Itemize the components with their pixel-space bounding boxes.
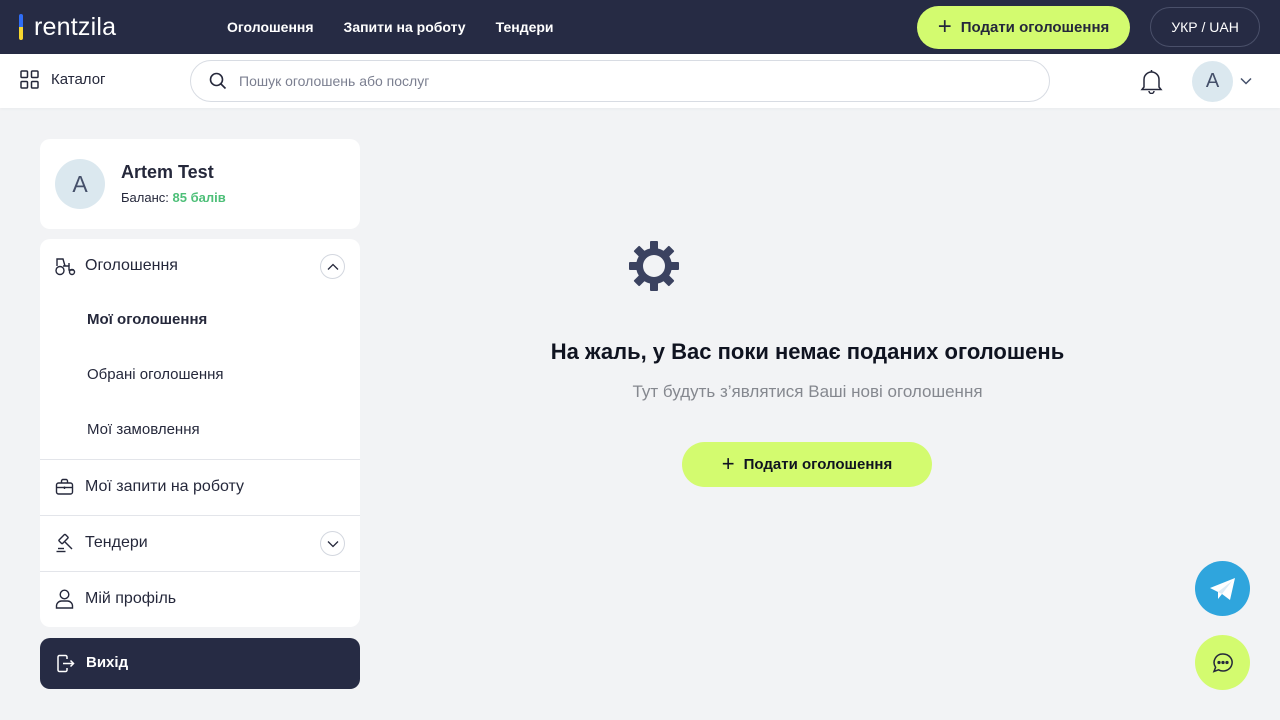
chat-button[interactable] bbox=[1195, 635, 1250, 690]
gavel-icon bbox=[56, 533, 73, 553]
post-ad-empty-button[interactable]: + Подати оголошення bbox=[682, 442, 932, 487]
avatar[interactable]: А bbox=[1192, 61, 1233, 102]
logout-icon bbox=[57, 654, 75, 673]
sidebar-subitem-my-ads[interactable]: Мої оголошення bbox=[87, 311, 207, 328]
search-row: Каталог Пошук оголошень або послуг А bbox=[0, 54, 1280, 108]
balance-value: 85 балів bbox=[172, 190, 226, 205]
user-icon bbox=[55, 589, 74, 609]
sidebar-item-label: Тендери bbox=[85, 534, 148, 551]
plus-icon: + bbox=[721, 450, 735, 476]
profile-card: А Artem Test Баланс: 85 балів bbox=[40, 139, 360, 229]
briefcase-icon bbox=[55, 478, 74, 495]
search-icon bbox=[209, 72, 227, 90]
divider bbox=[40, 571, 360, 572]
sidebar-menu: Оголошення Мої оголошення Обрані оголоше… bbox=[40, 239, 360, 627]
post-ad-button-label: Подати оголошення bbox=[960, 19, 1110, 36]
plus-icon: + bbox=[937, 12, 952, 40]
profile-avatar: А bbox=[55, 159, 105, 209]
balance-label: Баланс: bbox=[121, 190, 169, 205]
sidebar-item-tenders[interactable]: Тендери bbox=[40, 532, 360, 554]
chevron-down-icon bbox=[327, 540, 338, 547]
sidebar-item-ads[interactable]: Оголошення bbox=[40, 255, 360, 277]
expand-toggle[interactable] bbox=[320, 531, 345, 556]
grid-icon bbox=[20, 70, 39, 89]
sidebar-item-label: Мої запити на роботу bbox=[85, 478, 245, 495]
logout-button[interactable]: Вихід bbox=[40, 638, 360, 689]
chevron-up-icon bbox=[327, 263, 338, 270]
chat-icon bbox=[1212, 652, 1233, 673]
bell-icon[interactable] bbox=[1140, 69, 1163, 94]
empty-state-title: На жаль, у Вас поки немає поданих оголош… bbox=[550, 339, 1065, 364]
telegram-button[interactable] bbox=[1195, 561, 1250, 616]
top-navbar: rentzila Оголошення Запити на роботу Тен… bbox=[0, 0, 1280, 54]
search-input[interactable]: Пошук оголошень або послуг bbox=[190, 60, 1050, 102]
collapse-toggle[interactable] bbox=[320, 254, 345, 279]
gear-icon bbox=[629, 241, 679, 291]
ukraine-flag-mark bbox=[19, 14, 23, 40]
nav-link-tenders[interactable]: Тендери bbox=[496, 19, 554, 35]
sidebar-item-job-requests[interactable]: Мої запити на роботу bbox=[40, 476, 360, 498]
chevron-down-icon[interactable] bbox=[1240, 77, 1252, 85]
post-ad-button[interactable]: + Подати оголошення bbox=[917, 6, 1130, 49]
sidebar-item-profile[interactable]: Мій профіль bbox=[40, 588, 360, 610]
nav-link-ads[interactable]: Оголошення bbox=[227, 19, 314, 35]
sidebar-subitem-my-orders[interactable]: Мої замовлення bbox=[87, 421, 200, 438]
sidebar-item-label: Мій профіль bbox=[85, 590, 177, 607]
tractor-icon bbox=[55, 258, 76, 276]
divider bbox=[40, 515, 360, 516]
divider bbox=[40, 459, 360, 460]
user-name: Artem Test bbox=[121, 162, 214, 182]
catalog-button[interactable]: Каталог bbox=[20, 70, 106, 89]
sidebar-subitem-favorites[interactable]: Обрані оголошення bbox=[87, 366, 224, 383]
catalog-label: Каталог bbox=[51, 71, 106, 88]
sidebar-item-label: Оголошення bbox=[85, 257, 178, 274]
empty-state-subtitle: Тут будуть з’являтися Ваші нові оголошен… bbox=[632, 382, 983, 401]
rentzila-logo[interactable]: rentzila bbox=[19, 12, 117, 41]
telegram-icon bbox=[1209, 577, 1235, 600]
nav-link-job-requests[interactable]: Запити на роботу bbox=[344, 19, 466, 35]
balance: Баланс: 85 балів bbox=[121, 190, 226, 205]
post-ad-empty-button-label: Подати оголошення bbox=[743, 456, 893, 473]
search-placeholder: Пошук оголошень або послуг bbox=[239, 73, 430, 89]
logout-label: Вихід bbox=[86, 654, 129, 671]
main-nav: Оголошення Запити на роботу Тендери bbox=[227, 19, 584, 35]
language-currency-switch[interactable]: УКР / UAH bbox=[1150, 7, 1260, 47]
logo-text: rentzila bbox=[34, 12, 117, 41]
